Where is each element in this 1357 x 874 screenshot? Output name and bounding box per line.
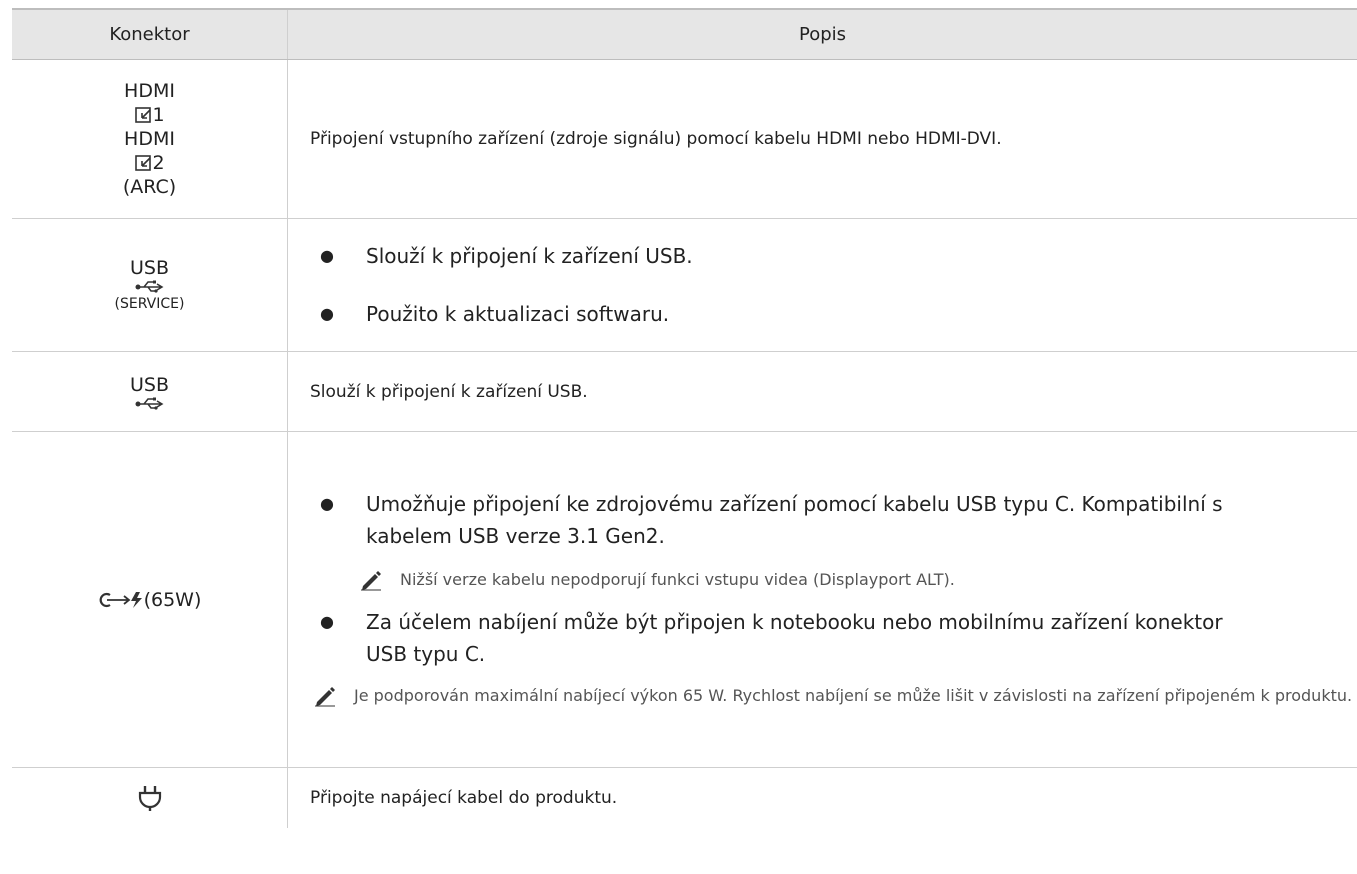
list-item: ● Použito k aktualizaci softwaru. <box>310 298 1357 330</box>
description-cell: Slouží k připojení k zařízení USB. <box>288 352 1357 431</box>
connector-table: Konektor Popis HDMI 1 HDMI 2 (ARC) Připo… <box>12 8 1357 828</box>
connector-label: (SERVICE) <box>114 296 185 312</box>
connector-label: 2 <box>152 152 165 174</box>
bullet-text: Použito k aktualizaci softwaru. <box>366 302 670 326</box>
table-row: (65W) ● Umožňuje připojení ke zdrojovému… <box>12 432 1357 768</box>
description-cell: Připojte napájecí kabel do produktu. <box>288 768 1357 828</box>
bullet-text: Umožňuje připojení ke zdrojovému zařízen… <box>366 491 1223 548</box>
description-text: Připojení vstupního zařízení (zdroje sig… <box>310 129 1002 149</box>
connector-cell: (65W) <box>12 432 288 767</box>
table-row: Připojte napájecí kabel do produktu. <box>12 768 1357 828</box>
connector-label: (ARC) <box>122 176 177 198</box>
description-cell: Připojení vstupního zařízení (zdroje sig… <box>288 60 1357 218</box>
usb-icon <box>135 280 163 293</box>
description-text: Připojte napájecí kabel do produktu. <box>310 788 618 808</box>
note: Je podporován maximální nabíjecí výkon 6… <box>310 680 1357 712</box>
table-header: Konektor Popis <box>12 8 1357 60</box>
usb-icon <box>135 397 163 410</box>
usb-c-power-icon <box>99 591 142 608</box>
connector-label: USB <box>129 257 169 279</box>
input-icon <box>135 107 152 123</box>
table-row: USB (SERVICE) ● Slouží k připojení k zař… <box>12 219 1357 352</box>
connector-cell: USB <box>12 352 288 431</box>
power-plug-icon <box>138 786 161 811</box>
list-item: ● Slouží k připojení k zařízení USB. <box>310 240 1357 272</box>
connector-label: HDMI <box>124 128 175 150</box>
description-cell: ● Slouží k připojení k zařízení USB. ● P… <box>288 219 1357 351</box>
list-item: ● Umožňuje připojení ke zdrojovému zaříz… <box>310 488 1357 552</box>
connector-cell <box>12 768 288 828</box>
note-text: Je podporován maximální nabíjecí výkon 6… <box>354 685 1353 705</box>
pencil-note-icon <box>315 686 335 706</box>
connector-label: 1 <box>152 104 165 126</box>
list-item: ● Za účelem nabíjení může být připojen k… <box>310 606 1357 670</box>
description-text: Slouží k připojení k zařízení USB. <box>310 381 588 402</box>
description-cell: ● Umožňuje připojení ke zdrojovému zaříz… <box>288 432 1357 767</box>
connector-cell: USB (SERVICE) <box>12 219 288 351</box>
bullet-text: Za účelem nabíjení může být připojen k n… <box>366 609 1223 666</box>
connector-label: USB <box>129 373 169 396</box>
connector-cell: HDMI 1 HDMI 2 (ARC) <box>12 60 288 218</box>
input-icon <box>135 155 152 171</box>
table-row: USB Slouží k připojení k zařízení USB. <box>12 352 1357 432</box>
connector-label: HDMI <box>124 80 175 102</box>
header-connector: Konektor <box>12 10 288 59</box>
note-text: Nižší verze kabelu nepodporují funkci vs… <box>400 569 955 589</box>
connector-label: (65W) <box>143 588 202 611</box>
header-description: Popis <box>798 24 847 45</box>
table-row: HDMI 1 HDMI 2 (ARC) Připojení vstupního … <box>12 60 1357 219</box>
note: Nižší verze kabelu nepodporují funkci vs… <box>310 564 1357 596</box>
pencil-note-icon <box>361 570 381 590</box>
bullet-text: Slouží k připojení k zařízení USB. <box>366 244 693 268</box>
